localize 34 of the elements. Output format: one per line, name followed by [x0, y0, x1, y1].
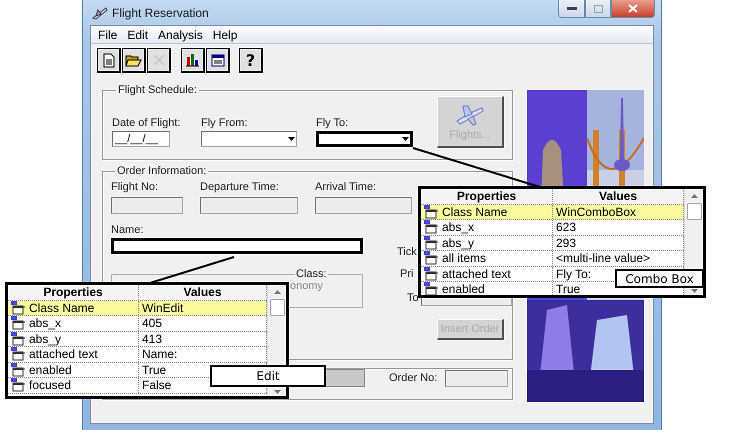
- window-title: Flight Reservation: [112, 6, 209, 20]
- column-header: Values: [553, 189, 684, 204]
- group-title: Class:: [295, 268, 328, 280]
- property-name: all items: [421, 251, 553, 266]
- property-name: focused: [8, 378, 139, 392]
- property-name: abs_x: [421, 220, 553, 234]
- radio-label: onomy: [290, 280, 324, 292]
- property-name: enabled: [421, 282, 553, 295]
- property-name: abs_x: [8, 316, 139, 330]
- field-label: Arrival Time:: [315, 181, 378, 193]
- group-title: Order Information:: [116, 165, 208, 177]
- callout-tooltip: Edit: [210, 365, 326, 387]
- field-label: Pri: [400, 268, 414, 280]
- property-name: abs_y: [8, 332, 139, 346]
- callout-tooltip: Combo Box: [615, 269, 704, 288]
- field-label: To: [407, 292, 419, 304]
- column-header: Properties: [8, 285, 139, 300]
- field-label: Fly To:: [316, 117, 350, 129]
- field-label: Date of Flight:: [112, 117, 182, 129]
- property-name: enabled: [8, 362, 139, 377]
- field-label: Fly From:: [201, 117, 248, 129]
- property-name: attached text: [421, 266, 553, 281]
- field-label: Flight No:: [111, 181, 160, 193]
- field-label: Name:: [111, 224, 144, 236]
- property-name: Class Name: [421, 204, 553, 219]
- group-title: Flight Schedule:: [117, 84, 198, 96]
- property-name: attached text: [8, 347, 139, 362]
- column-header: Values: [139, 285, 267, 300]
- field-label: Departure Time:: [200, 181, 280, 193]
- column-header: Properties: [421, 189, 553, 204]
- field-label: Order No:: [389, 372, 438, 384]
- property-name: Class Name: [8, 300, 139, 315]
- property-name: abs_y: [421, 236, 553, 250]
- field-label: Tick: [397, 246, 417, 258]
